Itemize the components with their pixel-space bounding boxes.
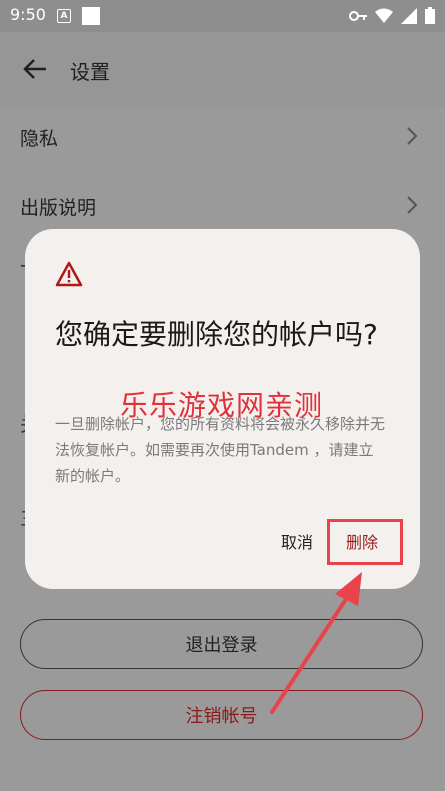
sign-out-button[interactable]: 退出登录: [20, 619, 423, 669]
settings-item-privacy[interactable]: 隐私: [0, 108, 445, 164]
chevron-right-icon: [407, 196, 418, 214]
dialog-title: 您确定要删除您的帐户吗?: [55, 318, 378, 351]
battery-icon: [425, 7, 435, 24]
arrow-left-icon[interactable]: [22, 56, 48, 82]
settings-item-publishing[interactable]: 出版说明: [0, 177, 445, 233]
app-bar: 设置: [0, 32, 445, 108]
notification-square-icon: [82, 7, 100, 25]
cancel-button[interactable]: 取消: [281, 529, 313, 553]
warning-icon: [55, 261, 83, 287]
signal-icon: [401, 7, 417, 24]
key-icon: [349, 10, 367, 21]
delete-account-button[interactable]: 注销帐号: [20, 690, 423, 740]
delete-account-dialog: 您确定要删除您的帐户吗? 一旦删除帐户，您的所有资料将会被永久移除并无法恢复帐户…: [25, 229, 420, 589]
watermark-text: 乐乐游戏网亲测: [120, 389, 324, 422]
highlight-box: [327, 519, 403, 565]
status-icons: [349, 7, 435, 24]
a-badge-icon: A: [57, 9, 71, 23]
wifi-icon: [375, 8, 393, 23]
status-bar: 9:50 A: [0, 0, 445, 32]
page-title: 设置: [70, 60, 110, 84]
chevron-right-icon: [407, 127, 418, 145]
settings-item-label: 隐私: [20, 128, 59, 150]
status-time: 9:50: [10, 5, 46, 24]
settings-item-label: 出版说明: [20, 197, 97, 219]
